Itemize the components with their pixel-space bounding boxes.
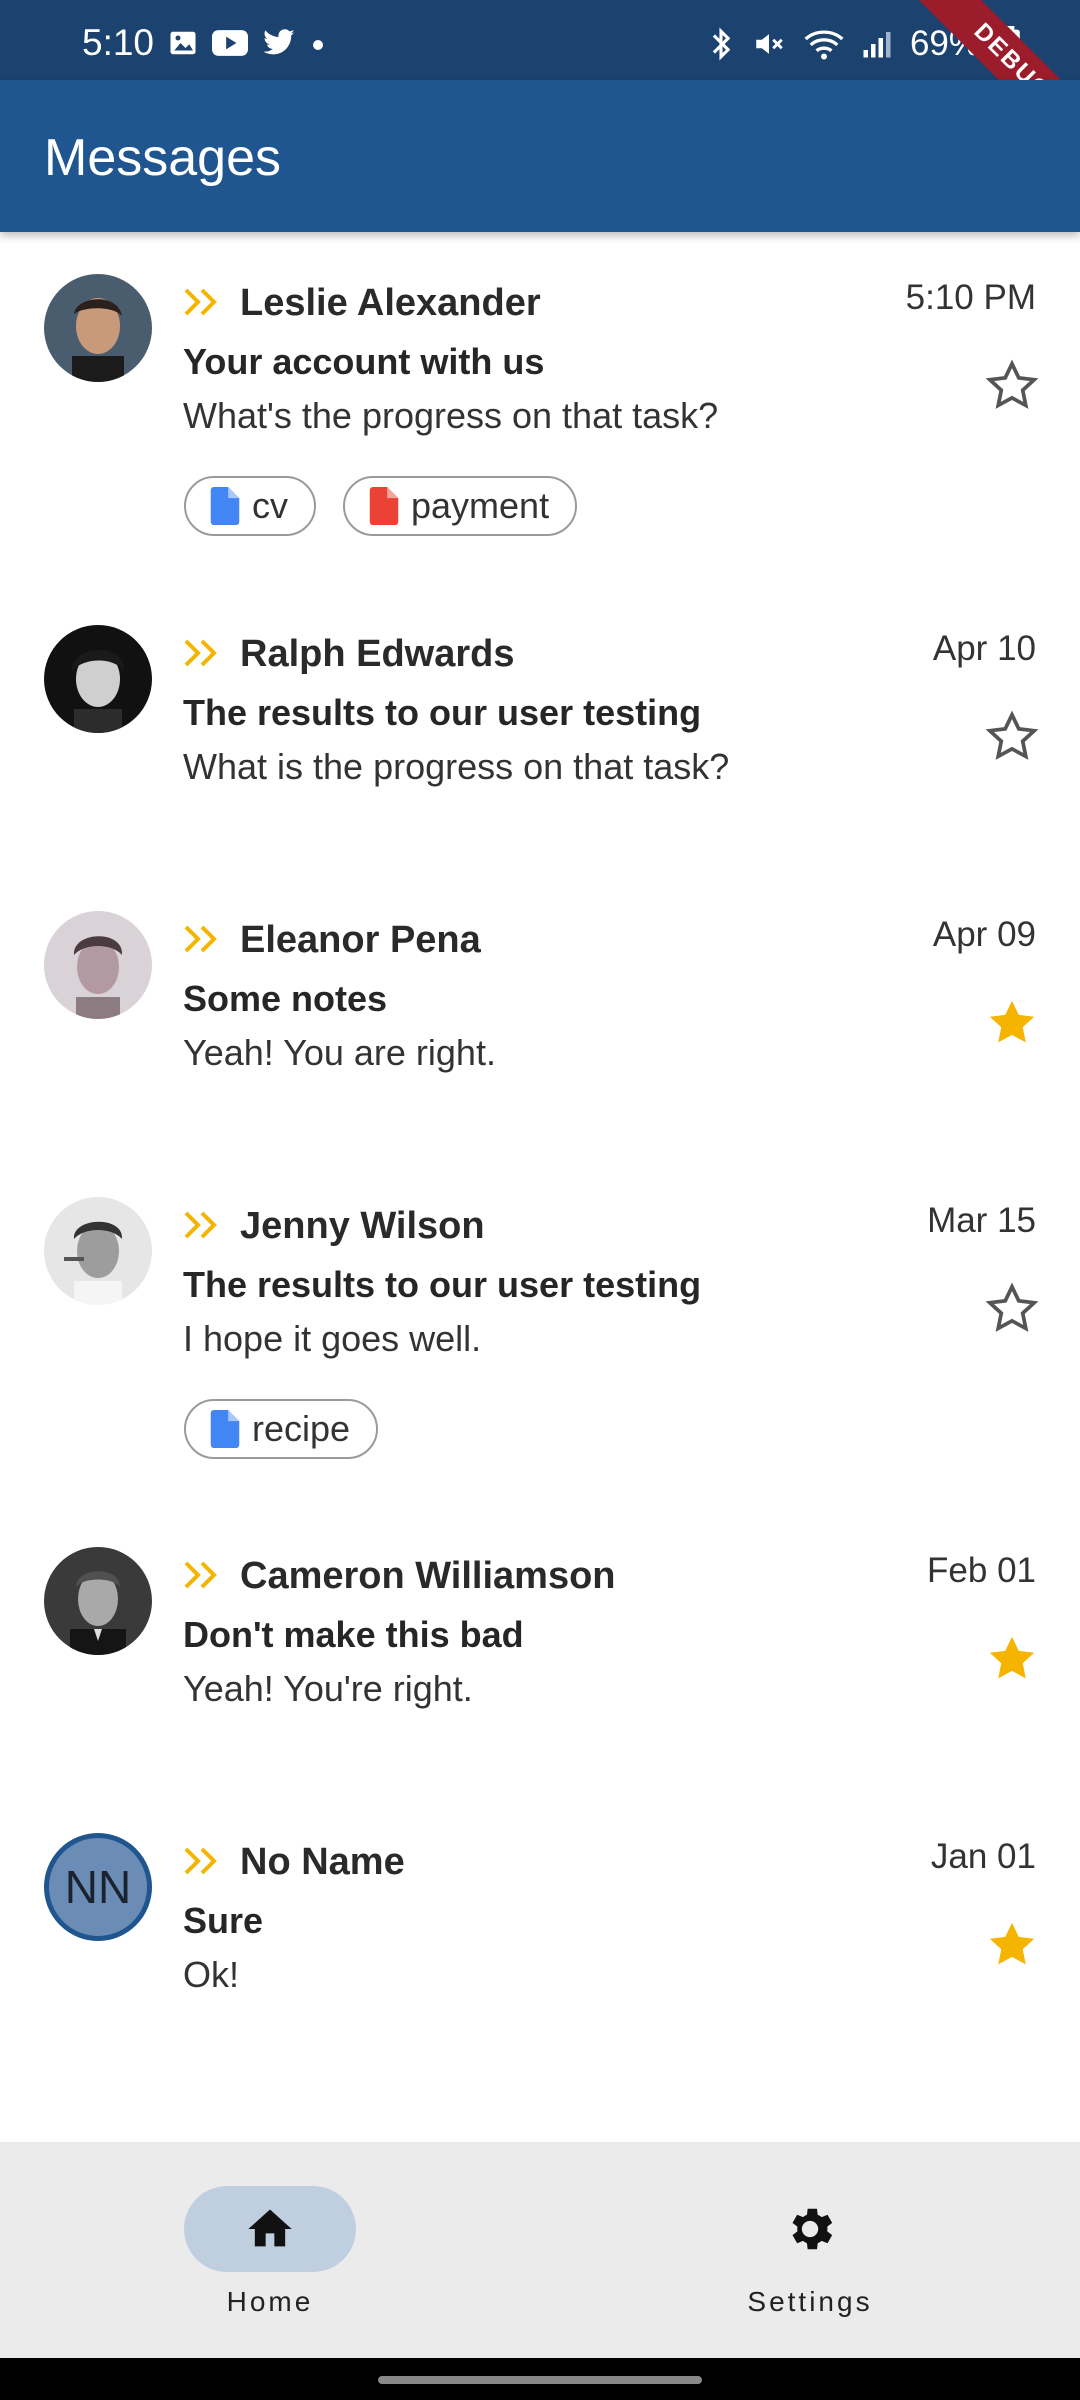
home-icon bbox=[248, 2209, 292, 2247]
chevron-double-right-icon bbox=[184, 639, 217, 667]
nav-settings[interactable]: Settings bbox=[690, 2186, 930, 2318]
chevron-double-right-icon bbox=[184, 925, 217, 953]
message-subject: The results to our user testing bbox=[183, 692, 702, 733]
message-preview: Yeah! You are right. bbox=[183, 1032, 496, 1073]
message-item[interactable]: Eleanor Pena Apr 09 Some notes Yeah! You… bbox=[0, 868, 1080, 1154]
chevron-double-right-icon bbox=[184, 1847, 217, 1875]
nav-settings-label: Settings bbox=[747, 2286, 873, 2317]
star-filled-icon[interactable] bbox=[984, 1917, 1040, 1973]
attachment-chip[interactable]: recipe bbox=[184, 1399, 379, 1459]
attachment-label: payment bbox=[411, 485, 550, 526]
message-date: Feb 01 bbox=[927, 1551, 1036, 1590]
message-preview: Ok! bbox=[183, 1954, 240, 1995]
message-item[interactable]: Ralph Edwards Apr 10 The results to our … bbox=[0, 582, 1080, 868]
page-title: Messages bbox=[44, 129, 281, 187]
notification-icons bbox=[168, 28, 326, 58]
message-subject: Don't make this bad bbox=[183, 1614, 524, 1655]
attachment-label: recipe bbox=[252, 1408, 351, 1449]
message-list: Leslie Alexander 5:10 PM Your account wi… bbox=[0, 232, 1080, 2142]
message-subject: Sure bbox=[183, 1900, 264, 1941]
message-item[interactable]: Cameron Williamson Feb 01 Don't make thi… bbox=[0, 1504, 1080, 1790]
gesture-handle[interactable] bbox=[378, 2376, 702, 2384]
message-subject: Some notes bbox=[183, 978, 388, 1019]
gear-icon bbox=[792, 2208, 833, 2250]
message-date: Apr 10 bbox=[932, 629, 1036, 668]
youtube-icon bbox=[212, 30, 248, 56]
chevron-double-right-icon bbox=[184, 1561, 217, 1589]
sender-name: No Name bbox=[240, 1841, 405, 1883]
nav-home[interactable]: Home bbox=[150, 2186, 390, 2318]
app-bar: Messages bbox=[0, 80, 1080, 232]
avatar bbox=[44, 1197, 152, 1305]
avatar bbox=[44, 1547, 152, 1655]
wifi-icon bbox=[804, 30, 844, 60]
dot-icon bbox=[313, 40, 323, 50]
attachment-chip[interactable]: cv bbox=[184, 476, 316, 536]
bottom-navigation: Home Settings bbox=[0, 2142, 1080, 2358]
message-item[interactable]: Jenny Wilson Mar 15 The results to our u… bbox=[0, 1154, 1080, 1504]
sender-name: Eleanor Pena bbox=[240, 919, 481, 961]
star-filled-icon[interactable] bbox=[984, 995, 1040, 1051]
sender-name: Ralph Edwards bbox=[240, 633, 515, 675]
message-date: 5:10 PM bbox=[905, 278, 1036, 317]
message-preview: What is the progress on that task? bbox=[183, 746, 730, 787]
system-gesture-bar bbox=[0, 2358, 1080, 2400]
document-icon bbox=[210, 1410, 240, 1448]
document-icon bbox=[369, 487, 399, 525]
signal-icon bbox=[863, 32, 891, 58]
attachment-label: cv bbox=[252, 485, 288, 526]
nav-home-indicator bbox=[184, 2186, 356, 2272]
avatar bbox=[44, 625, 152, 733]
nav-home-label: Home bbox=[226, 2286, 314, 2317]
message-subject: The results to our user testing bbox=[183, 1264, 702, 1305]
message-preview: I hope it goes well. bbox=[183, 1318, 482, 1359]
message-date: Mar 15 bbox=[927, 1201, 1036, 1240]
message-date: Apr 09 bbox=[932, 915, 1036, 954]
message-date: Jan 01 bbox=[930, 1837, 1036, 1876]
attachment-chip[interactable]: payment bbox=[343, 476, 578, 536]
sender-name: Jenny Wilson bbox=[240, 1205, 485, 1247]
avatar: NN bbox=[44, 1833, 152, 1941]
status-time: 5:10 bbox=[82, 22, 155, 63]
twitter-icon bbox=[263, 29, 295, 55]
message-preview: What's the progress on that task? bbox=[183, 395, 719, 436]
avatar bbox=[44, 911, 152, 1019]
sender-name: Leslie Alexander bbox=[240, 282, 541, 324]
star-outline-icon[interactable] bbox=[984, 709, 1040, 765]
message-preview: Yeah! You're right. bbox=[183, 1668, 473, 1709]
avatar bbox=[44, 274, 152, 382]
document-icon bbox=[210, 487, 240, 525]
star-filled-icon[interactable] bbox=[984, 1631, 1040, 1687]
chevron-double-right-icon bbox=[184, 288, 217, 316]
nav-settings-indicator bbox=[724, 2186, 896, 2272]
message-subject: Your account with us bbox=[183, 341, 545, 382]
message-item[interactable]: NN No Name Jan 01 Sure Ok! bbox=[0, 1790, 1080, 2076]
bluetooth-icon bbox=[712, 27, 731, 61]
image-icon bbox=[170, 31, 196, 55]
message-item[interactable]: Leslie Alexander 5:10 PM Your account wi… bbox=[0, 232, 1080, 572]
mute-icon bbox=[756, 34, 783, 54]
status-bar: 5:10 69% DEBUG bbox=[0, 0, 1080, 170]
star-outline-icon[interactable] bbox=[984, 1281, 1040, 1337]
sender-name: Cameron Williamson bbox=[240, 1555, 616, 1597]
star-outline-icon[interactable] bbox=[984, 358, 1040, 414]
chevron-double-right-icon bbox=[184, 1211, 217, 1239]
